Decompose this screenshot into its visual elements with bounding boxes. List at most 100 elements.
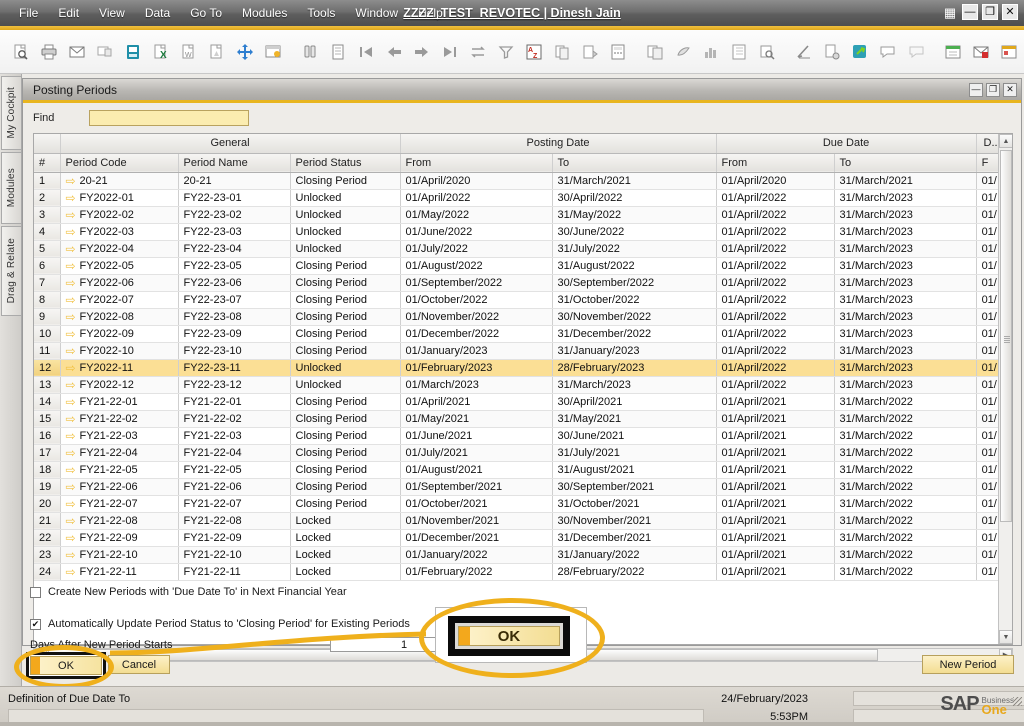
due-to-cell[interactable]: 31/March/2022 bbox=[834, 546, 977, 564]
link-arrow-icon[interactable]: ⇨ bbox=[66, 294, 80, 306]
period-status-cell[interactable]: Unlocked bbox=[290, 223, 401, 241]
posting-from-cell[interactable]: 01/February/2022 bbox=[400, 563, 553, 581]
period-code-cell[interactable]: ⇨ FY2022-01 bbox=[60, 189, 179, 207]
link-arrow-icon[interactable]: ⇨ bbox=[66, 549, 80, 561]
posting-from-cell[interactable]: 01/August/2021 bbox=[400, 461, 553, 479]
dialog-restore-icon[interactable]: ❐ bbox=[986, 82, 1000, 97]
calculator-icon[interactable] bbox=[605, 39, 631, 65]
resize-grip[interactable] bbox=[1013, 697, 1022, 706]
posting-from-cell[interactable]: 01/April/2022 bbox=[400, 189, 553, 207]
period-status-cell[interactable]: Closing Period bbox=[290, 444, 401, 462]
posting-to-cell[interactable]: 31/May/2021 bbox=[552, 410, 717, 428]
row-index-cell[interactable]: 1 bbox=[34, 172, 61, 190]
posting-from-cell[interactable]: 01/April/2021 bbox=[400, 393, 553, 411]
due-from-cell[interactable]: 01/April/2022 bbox=[716, 223, 835, 241]
period-code-cell[interactable]: ⇨ FY21-22-03 bbox=[60, 427, 179, 445]
posting-from-cell[interactable]: 01/October/2021 bbox=[400, 495, 553, 513]
posting-from-cell[interactable]: 01/October/2022 bbox=[400, 291, 553, 309]
close-icon[interactable]: ✕ bbox=[1002, 4, 1018, 20]
posting-from-cell[interactable]: 01/September/2022 bbox=[400, 274, 553, 292]
link-arrow-icon[interactable]: ⇨ bbox=[66, 464, 80, 476]
posting-to-cell[interactable]: 31/March/2021 bbox=[552, 172, 717, 190]
period-name-cell[interactable]: FY21-22-09 bbox=[178, 529, 291, 547]
due-from-cell[interactable]: 01/April/2022 bbox=[716, 291, 835, 309]
period-status-cell[interactable]: Locked bbox=[290, 546, 401, 564]
period-status-cell[interactable]: Closing Period bbox=[290, 478, 401, 496]
period-code-cell[interactable]: ⇨ FY2022-04 bbox=[60, 240, 179, 258]
due-to-cell[interactable]: 31/March/2022 bbox=[834, 478, 977, 496]
document-settings-icon[interactable] bbox=[819, 39, 845, 65]
link-arrow-icon[interactable]: ⇨ bbox=[66, 396, 80, 408]
due-from-cell[interactable]: 01/April/2022 bbox=[716, 342, 835, 360]
column-header-period-status[interactable]: Period Status bbox=[290, 153, 401, 173]
due-from-cell[interactable]: 01/April/2022 bbox=[716, 325, 835, 343]
row-index-cell[interactable]: 24 bbox=[34, 563, 61, 581]
row-index-cell[interactable]: 23 bbox=[34, 546, 61, 564]
lock-screen-icon[interactable] bbox=[260, 39, 286, 65]
vertical-scroll-thumb[interactable] bbox=[1000, 150, 1012, 522]
period-status-cell[interactable]: Closing Period bbox=[290, 461, 401, 479]
posting-to-cell[interactable]: 31/March/2023 bbox=[552, 376, 717, 394]
period-status-cell[interactable]: Closing Period bbox=[290, 393, 401, 411]
column-header-due-to[interactable]: To bbox=[834, 153, 977, 173]
table-row[interactable]: 2 ⇨ FY2022-01 FY22-23-01 Unlocked 01/April/20… bbox=[34, 189, 1009, 207]
table-row[interactable]: 9 ⇨ FY2022-08 FY22-23-08 Closing Period 01/No… bbox=[34, 308, 1009, 326]
due-from-cell[interactable]: 01/April/2021 bbox=[716, 444, 835, 462]
period-name-cell[interactable]: FY22-23-03 bbox=[178, 223, 291, 241]
period-code-cell[interactable]: ⇨ FY21-22-06 bbox=[60, 478, 179, 496]
link-arrow-icon[interactable]: ⇨ bbox=[66, 447, 80, 459]
restore-icon[interactable]: ❐ bbox=[982, 4, 998, 20]
next-record-icon[interactable] bbox=[409, 39, 435, 65]
posting-to-cell[interactable]: 31/January/2023 bbox=[552, 342, 717, 360]
period-code-cell[interactable]: ⇨ FY2022-07 bbox=[60, 291, 179, 309]
posting-to-cell[interactable]: 31/August/2022 bbox=[552, 257, 717, 275]
drag-relate-icon[interactable] bbox=[670, 39, 696, 65]
period-status-cell[interactable]: Unlocked bbox=[290, 189, 401, 207]
alerts-icon[interactable] bbox=[903, 39, 929, 65]
paste-icon[interactable] bbox=[577, 39, 603, 65]
link-arrow-icon[interactable]: ⇨ bbox=[66, 566, 80, 578]
due-from-cell[interactable]: 01/April/2021 bbox=[716, 393, 835, 411]
menu-file[interactable]: File bbox=[10, 4, 47, 22]
period-status-cell[interactable]: Closing Period bbox=[290, 495, 401, 513]
period-name-cell[interactable]: FY21-22-01 bbox=[178, 393, 291, 411]
posting-to-cell[interactable]: 31/January/2022 bbox=[552, 546, 717, 564]
dialog-minimize-icon[interactable]: — bbox=[969, 82, 983, 97]
period-code-cell[interactable]: ⇨ FY2022-08 bbox=[60, 308, 179, 326]
filter-icon[interactable] bbox=[493, 39, 519, 65]
due-to-cell[interactable]: 31/March/2023 bbox=[834, 206, 977, 224]
table-row[interactable]: 24 ⇨ FY21-22-11 FY21-22-11 Locked 01/February… bbox=[34, 563, 1009, 581]
row-index-cell[interactable]: 4 bbox=[34, 223, 61, 241]
posting-to-cell[interactable]: 31/August/2021 bbox=[552, 461, 717, 479]
posting-to-cell[interactable]: 31/December/2021 bbox=[552, 529, 717, 547]
link-arrow-icon[interactable]: ⇨ bbox=[66, 532, 80, 544]
posting-to-cell[interactable]: 30/September/2021 bbox=[552, 478, 717, 496]
chart-icon[interactable] bbox=[698, 39, 724, 65]
posting-to-cell[interactable]: 30/June/2021 bbox=[552, 427, 717, 445]
due-to-cell[interactable]: 31/March/2023 bbox=[834, 274, 977, 292]
period-status-cell[interactable]: Closing Period bbox=[290, 291, 401, 309]
posting-from-cell[interactable]: 01/January/2023 bbox=[400, 342, 553, 360]
period-code-cell[interactable]: ⇨ FY21-22-09 bbox=[60, 529, 179, 547]
due-from-cell[interactable]: 01/April/2022 bbox=[716, 240, 835, 258]
table-row[interactable]: 5 ⇨ FY2022-04 FY22-23-04 Unlocked 01/July/202… bbox=[34, 240, 1009, 258]
due-from-cell[interactable]: 01/April/2021 bbox=[716, 512, 835, 530]
period-name-cell[interactable]: FY22-23-08 bbox=[178, 308, 291, 326]
minimize-icon[interactable]: — bbox=[962, 4, 978, 20]
posting-to-cell[interactable]: 30/April/2022 bbox=[552, 189, 717, 207]
link-arrow-icon[interactable]: ⇨ bbox=[66, 260, 80, 272]
period-code-cell[interactable]: ⇨ FY2022-05 bbox=[60, 257, 179, 275]
due-to-cell[interactable]: 31/March/2023 bbox=[834, 291, 977, 309]
find-icon[interactable] bbox=[297, 39, 323, 65]
copy-icon[interactable] bbox=[549, 39, 575, 65]
period-name-cell[interactable]: FY22-23-09 bbox=[178, 325, 291, 343]
menu-go-to[interactable]: Go To bbox=[181, 4, 231, 22]
row-index-cell[interactable]: 14 bbox=[34, 393, 61, 411]
posting-from-cell[interactable]: 01/May/2021 bbox=[400, 410, 553, 428]
row-index-cell[interactable]: 17 bbox=[34, 444, 61, 462]
period-name-cell[interactable]: FY22-23-02 bbox=[178, 206, 291, 224]
period-status-cell[interactable]: Unlocked bbox=[290, 240, 401, 258]
row-index-cell[interactable]: 12 bbox=[34, 359, 61, 377]
column-header-due-from[interactable]: From bbox=[716, 153, 835, 173]
sidebar-item-modules[interactable]: Modules bbox=[1, 152, 21, 224]
